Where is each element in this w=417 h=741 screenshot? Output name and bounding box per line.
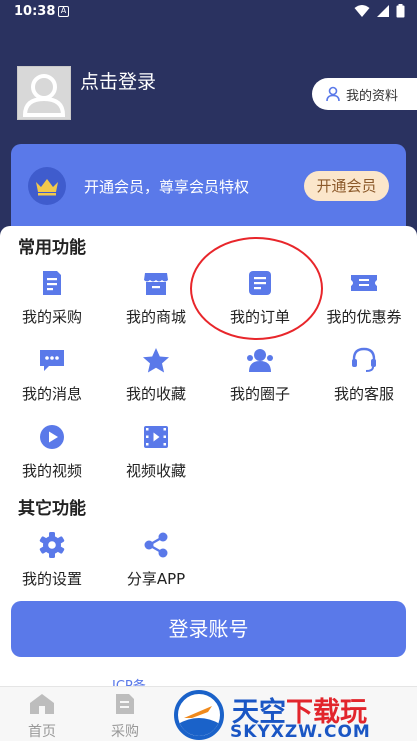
my-settings-label: 我的设置 bbox=[21, 570, 82, 588]
purchase-icon bbox=[43, 271, 61, 295]
my-messages-item[interactable]: 我的消息 bbox=[0, 345, 104, 404]
play-icon bbox=[40, 425, 64, 449]
purchase-tab-icon bbox=[116, 694, 134, 714]
home-icon bbox=[30, 694, 54, 714]
my-purchase-item[interactable]: 我的采购 bbox=[0, 268, 104, 327]
share-icon bbox=[144, 532, 168, 558]
my-favorites-item[interactable]: 我的收藏 bbox=[104, 345, 208, 404]
my-videos-item[interactable]: 我的视频 bbox=[0, 422, 104, 481]
notification-a-icon: A bbox=[58, 6, 69, 17]
user-outline-icon bbox=[326, 86, 340, 102]
tab-home[interactable]: 首页 bbox=[12, 693, 72, 741]
avatar[interactable] bbox=[17, 66, 71, 120]
coupon-icon bbox=[351, 275, 377, 291]
my-purchase-label: 我的采购 bbox=[21, 308, 82, 326]
my-profile-label: 我的资料 bbox=[346, 88, 399, 104]
gear-icon bbox=[39, 532, 65, 558]
my-store-item[interactable]: 我的商城 bbox=[104, 268, 208, 327]
my-circle-label: 我的圈子 bbox=[229, 385, 290, 403]
my-service-item[interactable]: 我的客服 bbox=[312, 345, 416, 404]
vip-promo-text: 开通会员，尊享会员特权 bbox=[84, 178, 250, 196]
share-app-item[interactable]: 分享APP bbox=[104, 530, 208, 589]
store-icon bbox=[144, 273, 168, 295]
tab-home-label: 首页 bbox=[28, 724, 56, 740]
open-vip-button[interactable]: 开通会员 bbox=[304, 171, 389, 201]
my-messages-label: 我的消息 bbox=[21, 385, 82, 403]
star-icon bbox=[143, 347, 169, 372]
status-bar: 10:38 A bbox=[0, 0, 417, 24]
video-favorites-item[interactable]: 视频收藏 bbox=[104, 422, 208, 481]
status-time: 10:38 bbox=[14, 4, 56, 19]
message-icon bbox=[40, 350, 64, 371]
my-videos-label: 我的视频 bbox=[21, 462, 82, 480]
battery-icon bbox=[396, 4, 405, 18]
my-service-label: 我的客服 bbox=[333, 385, 394, 403]
my-coupons-item[interactable]: 我的优惠券 bbox=[312, 268, 416, 327]
login-prompt[interactable]: 点击登录 bbox=[80, 67, 156, 94]
video-favorites-label: 视频收藏 bbox=[125, 462, 186, 480]
watermark-url: SKYXZW.COM bbox=[230, 722, 371, 741]
my-orders-label: 我的订单 bbox=[229, 308, 290, 326]
share-app-label: 分享APP bbox=[126, 570, 186, 588]
common-functions-title: 常用功能 bbox=[18, 238, 86, 258]
default-user-icon bbox=[22, 74, 66, 117]
my-orders-item[interactable]: 我的订单 bbox=[208, 268, 312, 327]
order-icon bbox=[249, 271, 271, 295]
film-icon bbox=[144, 426, 168, 448]
my-profile-button[interactable]: 我的资料 bbox=[312, 78, 417, 110]
other-functions-title: 其它功能 bbox=[18, 499, 86, 519]
wifi-icon bbox=[354, 5, 370, 17]
login-account-button[interactable]: 登录账号 bbox=[11, 601, 406, 657]
site-watermark: 天空下载玩 SKYXZW.COM bbox=[170, 688, 417, 741]
my-settings-item[interactable]: 我的设置 bbox=[0, 530, 104, 589]
my-favorites-label: 我的收藏 bbox=[125, 385, 186, 403]
my-store-label: 我的商城 bbox=[125, 308, 186, 326]
crown-icon bbox=[28, 167, 66, 205]
watermark-logo-icon bbox=[174, 690, 224, 740]
tab-purchase[interactable]: 采购 bbox=[95, 693, 155, 741]
my-coupons-label: 我的优惠券 bbox=[326, 308, 402, 326]
circle-icon bbox=[247, 349, 273, 372]
signal-icon bbox=[377, 5, 389, 17]
headset-icon bbox=[352, 347, 376, 372]
tab-purchase-label: 采购 bbox=[111, 724, 139, 740]
my-circle-item[interactable]: 我的圈子 bbox=[208, 345, 312, 404]
